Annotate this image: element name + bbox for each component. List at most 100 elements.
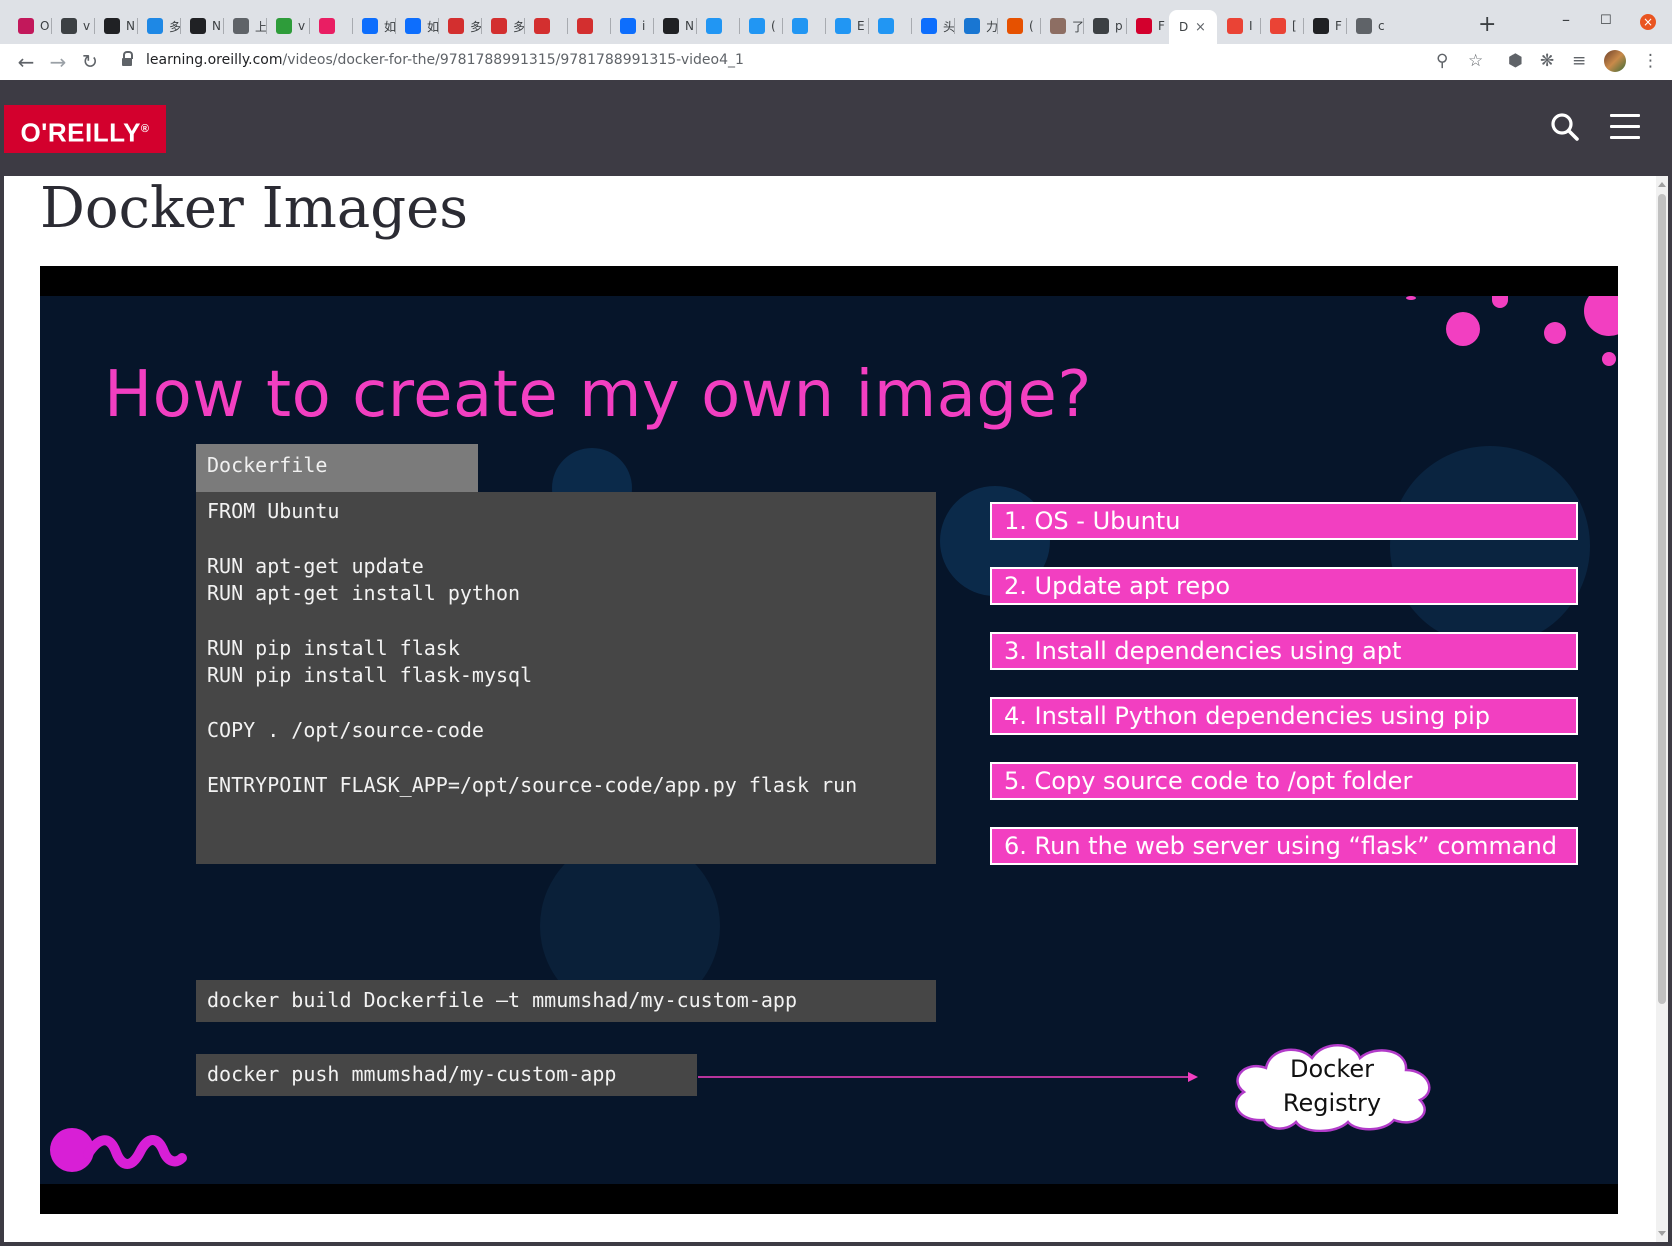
- tab[interactable]: (: [739, 10, 782, 42]
- window-close-button[interactable]: ×: [1640, 14, 1656, 30]
- tab-close-icon[interactable]: ×: [1195, 20, 1206, 35]
- tab-favicon-icon: [190, 18, 206, 34]
- tab[interactable]: v: [51, 10, 94, 42]
- maximize-button[interactable]: ☐: [1600, 13, 1612, 28]
- tab-favicon-icon: [1007, 18, 1023, 34]
- scroll-down-arrow[interactable]: [1658, 1231, 1666, 1236]
- tab[interactable]: 如: [352, 10, 395, 42]
- tab[interactable]: 上: [223, 10, 266, 42]
- tab-favicon-icon: [1313, 18, 1329, 34]
- reload-icon[interactable]: ↻: [78, 51, 102, 73]
- tab-title: 多: [169, 19, 180, 34]
- tab[interactable]: [309, 10, 352, 42]
- tab[interactable]: [: [1260, 10, 1303, 42]
- tab-title: D: [1179, 20, 1189, 34]
- tab[interactable]: p: [1083, 10, 1126, 42]
- tab[interactable]: (: [997, 10, 1040, 42]
- steps-list: 1. OS - Ubuntu 2. Update apt repo 3. Insta…: [990, 502, 1578, 892]
- tab-favicon-icon: [534, 18, 550, 34]
- tab-favicon-icon: [362, 18, 378, 34]
- minimize-button[interactable]: –: [1562, 10, 1570, 29]
- tab-favicon-icon: [18, 18, 34, 34]
- tab[interactable]: i: [610, 10, 653, 42]
- tab[interactable]: v: [266, 10, 309, 42]
- code-line: ENTRYPOINT FLASK_APP=/opt/source-code/ap…: [207, 772, 858, 797]
- tab-favicon-icon: [964, 18, 980, 34]
- tab[interactable]: F: [1126, 10, 1169, 42]
- tab-favicon-icon: [61, 18, 77, 34]
- pink-dot: [1406, 296, 1416, 300]
- tab[interactable]: [567, 10, 610, 42]
- frame-border-right: [1668, 80, 1672, 1246]
- tab[interactable]: F: [1303, 10, 1346, 42]
- extensions-puzzle-icon[interactable]: ❋: [1540, 51, 1554, 71]
- forward-icon[interactable]: →: [46, 50, 70, 74]
- tab[interactable]: 多: [438, 10, 481, 42]
- code-line: RUN apt-get install python: [207, 581, 521, 606]
- tab[interactable]: 头: [911, 10, 954, 42]
- url-domain: learning.oreilly.com: [146, 52, 283, 68]
- address-bar[interactable]: learning.oreilly.com/videos/docker-for-t…: [146, 52, 744, 68]
- search-icon[interactable]: [1550, 112, 1580, 142]
- tab-favicon-icon: [147, 18, 163, 34]
- scroll-thumb[interactable]: [1658, 194, 1666, 1004]
- tab[interactable]: 力: [954, 10, 997, 42]
- tab[interactable]: 多: [481, 10, 524, 42]
- tab-favicon-icon: [749, 18, 765, 34]
- tab-list: Ov N 多 N 上 v 如如多多 i N(E 头力(了 p F D × I[Fc: [8, 10, 1389, 44]
- scroll-up-arrow[interactable]: [1658, 182, 1666, 187]
- video-player[interactable]: How to create my own image? Dockerfile F…: [40, 266, 1618, 1214]
- oreilly-logo[interactable]: O'REILLY®: [4, 105, 166, 153]
- tab-title: i: [642, 19, 646, 33]
- tab-title: O: [40, 19, 50, 33]
- tab-title: 上: [255, 19, 266, 34]
- tab[interactable]: E: [825, 10, 868, 42]
- tab-strip: Ov N 多 N 上 v 如如多多 i N(E 头力(了 p F D × I[Fc + – ☐ ×: [0, 0, 1672, 45]
- tab[interactable]: [696, 10, 739, 42]
- tab-favicon-icon: [878, 18, 894, 34]
- tab-title: [: [1292, 19, 1297, 33]
- push-arrow: [698, 1072, 1198, 1082]
- registry-line-1: Docker: [1289, 1055, 1375, 1083]
- back-icon[interactable]: ←: [14, 50, 38, 74]
- tab[interactable]: [782, 10, 825, 42]
- more-menu-icon[interactable]: ⋮: [1642, 51, 1659, 71]
- extension-cube-icon[interactable]: ⬢: [1508, 51, 1523, 71]
- tab[interactable]: N: [653, 10, 696, 42]
- step-item: 4. Install Python dependencies using pip: [990, 697, 1578, 735]
- tab[interactable]: [524, 10, 567, 42]
- tab-title: 如: [427, 19, 438, 34]
- media-queue-icon[interactable]: ≡: [1572, 51, 1586, 71]
- tab-title: p: [1115, 19, 1123, 33]
- pink-dot: [1446, 312, 1480, 346]
- tab-active[interactable]: D ×: [1169, 10, 1217, 44]
- dockerfile-label: Dockerfile: [196, 444, 478, 492]
- new-tab-button[interactable]: +: [1478, 12, 1496, 37]
- logo-registered-mark: ®: [140, 123, 150, 135]
- pink-dot: [1492, 296, 1508, 308]
- tab[interactable]: [868, 10, 911, 42]
- page-scrollbar[interactable]: [1656, 176, 1668, 1242]
- step-item: 5. Copy source code to /opt folder: [990, 762, 1578, 800]
- tab-title: 头: [943, 19, 954, 34]
- lock-icon[interactable]: [122, 51, 133, 66]
- build-command: docker build Dockerfile –t mmumshad/my-c…: [196, 980, 936, 1022]
- bookmark-star-icon[interactable]: ☆: [1468, 51, 1483, 71]
- tab-title: F: [1158, 19, 1165, 33]
- zoom-icon[interactable]: ⚲: [1436, 51, 1448, 71]
- code-line: COPY . /opt/source-code: [207, 718, 484, 743]
- hamburger-menu-icon[interactable]: [1610, 114, 1640, 140]
- tab[interactable]: 多: [137, 10, 180, 42]
- tab[interactable]: 如: [395, 10, 438, 42]
- tab-favicon-icon: [577, 18, 593, 34]
- page-title: Docker Images: [40, 176, 468, 241]
- tab[interactable]: N: [180, 10, 223, 42]
- tab[interactable]: c: [1346, 10, 1389, 42]
- profile-avatar[interactable]: [1604, 50, 1626, 72]
- tab[interactable]: N: [94, 10, 137, 42]
- tab-title: E: [857, 19, 865, 33]
- tab[interactable]: I: [1217, 10, 1260, 42]
- tab[interactable]: O: [8, 10, 51, 42]
- tab[interactable]: 了: [1040, 10, 1083, 42]
